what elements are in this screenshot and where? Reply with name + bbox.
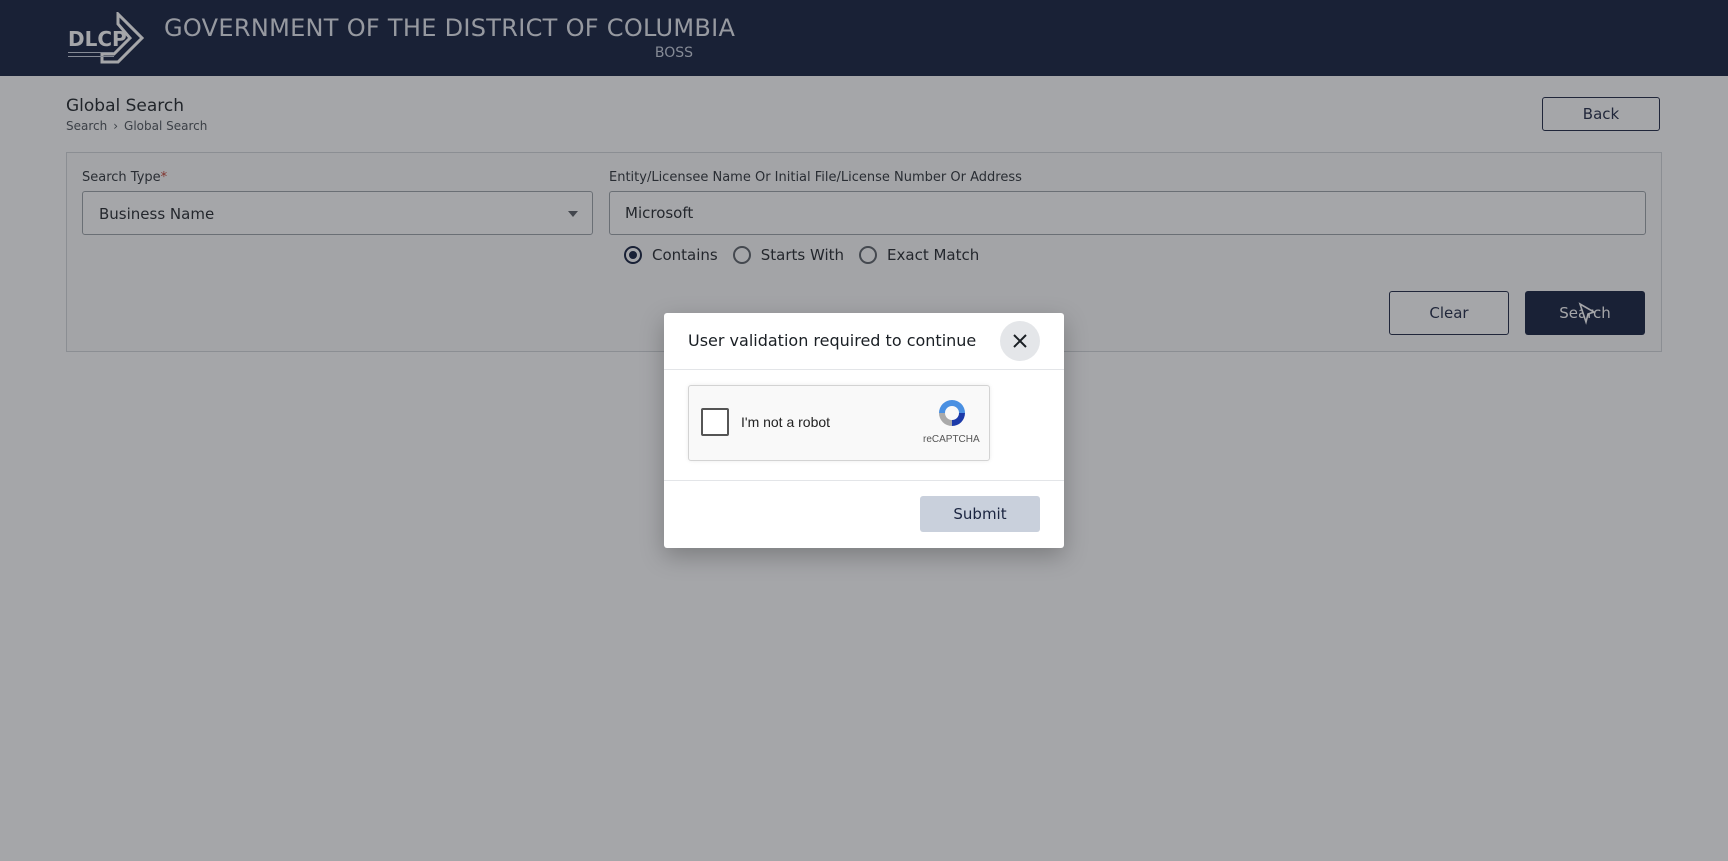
modal-title: User validation required to continue xyxy=(688,331,977,350)
modal-close-button[interactable] xyxy=(1000,321,1040,361)
modal-header-divider xyxy=(664,369,1064,370)
recaptcha-widget: I'm not a robot reCAPTCHA xyxy=(688,385,990,461)
recaptcha-checkbox[interactable] xyxy=(701,408,729,436)
recaptcha-logo-icon xyxy=(939,400,965,426)
recaptcha-label: I'm not a robot xyxy=(741,414,831,430)
recaptcha-brand: reCAPTCHA xyxy=(923,434,980,445)
modal-footer-divider xyxy=(664,480,1064,481)
submit-button[interactable]: Submit xyxy=(920,496,1040,532)
validation-modal: User validation required to continue I'm… xyxy=(664,313,1064,548)
close-icon[interactable] xyxy=(1013,334,1027,348)
